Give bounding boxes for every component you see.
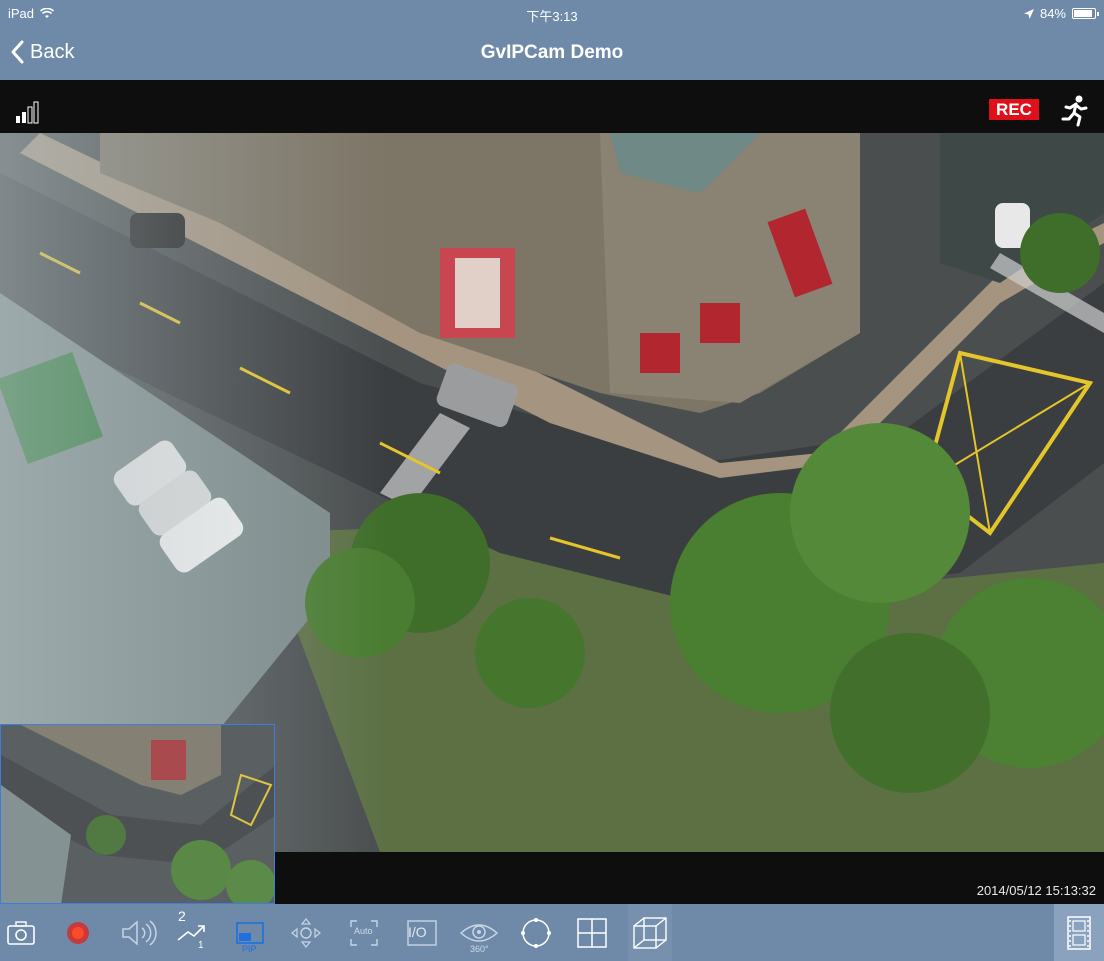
cube-view-button[interactable] bbox=[628, 904, 672, 961]
pip-icon bbox=[236, 921, 264, 944]
record-icon bbox=[67, 921, 89, 944]
stream-switch-button[interactable]: 2 1 bbox=[172, 904, 212, 961]
audio-button[interactable] bbox=[116, 904, 160, 961]
motion-detect-icon bbox=[1061, 95, 1088, 127]
grid-icon bbox=[577, 917, 607, 948]
video-info-bar bbox=[0, 80, 1104, 133]
quad-view-button[interactable] bbox=[572, 904, 612, 961]
auto-button[interactable]: Auto bbox=[344, 904, 384, 961]
fisheye-button[interactable] bbox=[516, 904, 556, 961]
battery-icon bbox=[1072, 8, 1099, 19]
eye-icon bbox=[459, 923, 499, 942]
camera-icon bbox=[7, 920, 35, 945]
view-360-button[interactable]: 360° bbox=[456, 904, 502, 961]
snapshot-button[interactable] bbox=[0, 904, 42, 961]
auto-label: Auto bbox=[354, 926, 373, 936]
view-360-label: 360° bbox=[470, 944, 489, 954]
io-label: I/O bbox=[408, 924, 427, 940]
status-time: 下午3:13 bbox=[526, 9, 578, 24]
ptz-arrows-icon bbox=[291, 917, 321, 948]
cube-icon bbox=[633, 916, 667, 949]
video-timestamp: 2014/05/12 15:13:32 bbox=[976, 883, 1096, 898]
pip-button[interactable]: PIP bbox=[228, 904, 272, 961]
speaker-icon bbox=[122, 919, 157, 946]
film-strip-icon bbox=[1067, 915, 1091, 950]
ptz-button[interactable] bbox=[286, 904, 326, 961]
stream-bottom-label: 1 bbox=[198, 940, 204, 951]
battery-percent: 84% bbox=[1039, 6, 1066, 21]
pip-window[interactable] bbox=[0, 724, 275, 904]
stream-top-label: 2 bbox=[178, 908, 186, 924]
circle-view-icon bbox=[521, 917, 551, 948]
page-title: GvIPCam Demo bbox=[480, 42, 624, 63]
status-bar: iPad 下午3:13 84% bbox=[0, 0, 1104, 28]
location-arrow-icon bbox=[1023, 8, 1034, 19]
nav-bar: Back GvIPCam Demo bbox=[0, 28, 1104, 80]
record-button[interactable] bbox=[58, 904, 98, 961]
signal-strength-icon bbox=[16, 101, 39, 124]
playback-button[interactable] bbox=[1054, 904, 1104, 961]
io-button[interactable]: I/O bbox=[402, 904, 442, 961]
rec-badge: REC bbox=[989, 99, 1039, 120]
top-bar: iPad 下午3:13 84% Back GvIPCam Demo bbox=[0, 0, 1104, 80]
bottom-toolbar: 2 1 PIP Auto I/O 360° bbox=[0, 904, 1104, 961]
pip-label: PIP bbox=[242, 944, 257, 954]
